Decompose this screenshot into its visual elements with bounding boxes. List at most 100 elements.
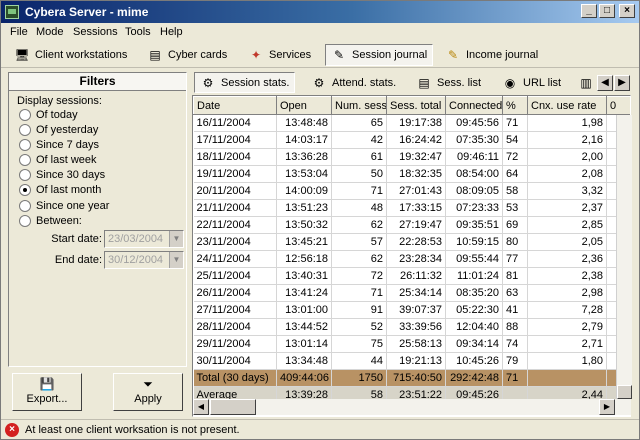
table-row[interactable]: 16/11/2004 13:48:48 65 19:17:38 09:45:56 71 1,… [193,114,630,132]
tab-session-journal[interactable]: ✎ Session journal [325,44,434,66]
table-row[interactable]: 22/11/2004 13:50:32 62 27:19:47 09:35:51 69 2,… [193,216,630,234]
radio-between[interactable]: Between: [19,214,82,228]
table-row[interactable]: 17/11/2004 14:03:17 42 16:24:42 07:35:30 54 2,… [193,131,630,149]
radio-circle[interactable] [19,169,31,181]
column-header-date[interactable]: Date [193,96,277,115]
radio-since-30-days[interactable]: Since 30 days [19,168,105,182]
window-title: Cybera Server - mime [25,5,149,19]
table-cell: 26:11:32 [386,267,446,285]
table-cell: 08:09:05 [445,182,503,200]
tab-scroll-left-button[interactable]: ◀ [597,75,613,91]
table-cell: 2,08 [527,165,607,183]
column-header-num-sess[interactable]: Num. sess. [331,96,387,115]
radio-since-one-year[interactable]: Since one year [19,199,109,213]
column-header-cnx-use-rate[interactable]: Cnx. use rate [527,96,607,115]
horizontal-scrollbar[interactable]: ◀ ▶ [193,399,631,415]
table-row[interactable]: 21/11/2004 13:51:23 48 17:33:15 07:23:33 53 2,… [193,199,630,217]
table-row[interactable]: 23/11/2004 13:45:21 57 22:28:53 10:59:15 80 2,… [193,233,630,251]
table-cell: 1750 [331,369,387,387]
table-row[interactable]: 25/11/2004 13:40:31 72 26:11:32 11:01:24 81 2,… [193,267,630,285]
tab-cyber-cards[interactable]: ▤ Cyber cards [142,44,232,66]
radio-circle[interactable] [19,215,31,227]
table-cell: 19:32:47 [386,148,446,166]
scroll-thumb[interactable] [617,385,632,399]
start-date-input[interactable]: 23/03/2004 ▼ [104,230,184,248]
column-header-connected[interactable]: Connected [445,96,503,115]
column-header-percent[interactable]: % [502,96,528,115]
radio-of-yesterday[interactable]: Of yesterday [19,123,98,137]
tab-sess-list[interactable]: ▤ Sess. list [411,72,486,93]
tab-session-stats[interactable]: ⚙ Session stats. [194,72,296,93]
menu-file[interactable]: File [10,26,28,38]
tab-scroll-right-button[interactable]: ▶ [614,75,630,91]
table-row[interactable]: 24/11/2004 12:56:18 62 23:28:34 09:55:44 77 2,… [193,250,630,268]
table-cell: 28/11/2004 [193,318,277,336]
maximize-button[interactable]: □ [599,4,615,18]
title-bar[interactable]: Cybera Server - mime _ □ × [1,1,639,23]
tab-services[interactable]: ✦ Services [243,44,316,66]
table-row[interactable]: 19/11/2004 13:53:04 50 18:32:35 08:54:00 64 2,… [193,165,630,183]
scroll-left-button[interactable]: ◀ [193,399,209,415]
column-header-sess-total[interactable]: Sess. total [386,96,446,115]
menu-mode[interactable]: Mode [36,26,64,38]
scroll-right-button[interactable]: ▶ [599,399,615,415]
chevron-down-icon[interactable]: ▼ [169,252,183,268]
table-row[interactable]: 27/11/2004 13:01:00 91 39:07:37 05:22:30 41 7,… [193,301,630,319]
export-button[interactable]: 💾 Export... [12,373,82,411]
tab-more[interactable]: ▥ [573,72,599,93]
vertical-scrollbar[interactable] [616,115,632,399]
radio-circle[interactable] [19,124,31,136]
minimize-button[interactable]: _ [581,4,597,18]
table-cell: 39:07:37 [386,301,446,319]
app-window: Cybera Server - mime _ □ × File Mode Ses… [0,0,640,440]
table-cell: 62 [331,250,387,268]
table-cell: 30/11/2004 [193,352,277,370]
column-header-extra[interactable]: 0 [606,96,630,115]
computer-icon: 🖥 [14,48,30,62]
table-row[interactable]: 29/11/2004 13:01:14 75 25:58:13 09:34:14 74 2,… [193,335,630,353]
floppy-disk-icon: 💾 [39,377,55,391]
tab-income-journal[interactable]: ✎ Income journal [440,44,543,66]
table-cell: 20/11/2004 [193,182,277,200]
app-icon [5,5,19,19]
table-total-row[interactable]: Total (30 days) 409:44:06 1750 715:40:50 292… [193,369,630,387]
table-row[interactable]: 20/11/2004 14:00:09 71 27:01:43 08:09:05 58 3,… [193,182,630,200]
menu-sessions[interactable]: Sessions [73,26,118,38]
radio-of-last-week[interactable]: Of last week [19,153,97,167]
radio-circle-selected[interactable] [19,184,31,196]
table-row[interactable]: 26/11/2004 13:41:24 71 25:34:14 08:35:20 63 2,… [193,284,630,302]
table-cell: 2,05 [527,233,607,251]
end-date-input[interactable]: 30/12/2004 ▼ [104,251,184,269]
table-row[interactable]: 30/11/2004 13:34:48 44 19:21:13 10:45:26 79 1,… [193,352,630,370]
column-header-open[interactable]: Open [276,96,332,115]
table-cell: 09:55:44 [445,250,503,268]
tab-client-workstations[interactable]: 🖥 Client workstations [9,44,132,66]
table-cell: 05:22:30 [445,301,503,319]
radio-circle[interactable] [19,109,31,121]
radio-since-7-days[interactable]: Since 7 days [19,138,99,152]
table-cell: 22/11/2004 [193,216,277,234]
table-cell: 25:34:14 [386,284,446,302]
table-row[interactable]: 18/11/2004 13:36:28 61 19:32:47 09:46:11 72 2,… [193,148,630,166]
radio-circle[interactable] [19,200,31,212]
table-cell: 17:33:15 [386,199,446,217]
table-cell: 16/11/2004 [193,114,277,132]
table-cell: 81 [502,267,528,285]
close-button[interactable]: × [619,4,635,18]
radio-circle[interactable] [19,154,31,166]
menu-tools[interactable]: Tools [125,26,151,38]
radio-of-today[interactable]: Of today [19,108,78,122]
table-cell: 61 [331,148,387,166]
chevron-down-icon[interactable]: ▼ [169,231,183,247]
menu-help[interactable]: Help [160,26,183,38]
radio-circle[interactable] [19,139,31,151]
table-cell: 75 [331,335,387,353]
radio-of-last-month[interactable]: Of last month [19,183,101,197]
tab-attend-stats[interactable]: ⚙ Attend. stats. [306,72,401,93]
table-row[interactable]: 28/11/2004 13:44:52 52 33:39:56 12:04:40 88 2,… [193,318,630,336]
table-cell: 27:01:43 [386,182,446,200]
services-icon: ✦ [250,48,262,62]
tab-url-list[interactable]: ◉ URL list [497,72,566,93]
scroll-thumb[interactable] [210,399,256,415]
apply-button[interactable]: ⏷ Apply [113,373,183,411]
